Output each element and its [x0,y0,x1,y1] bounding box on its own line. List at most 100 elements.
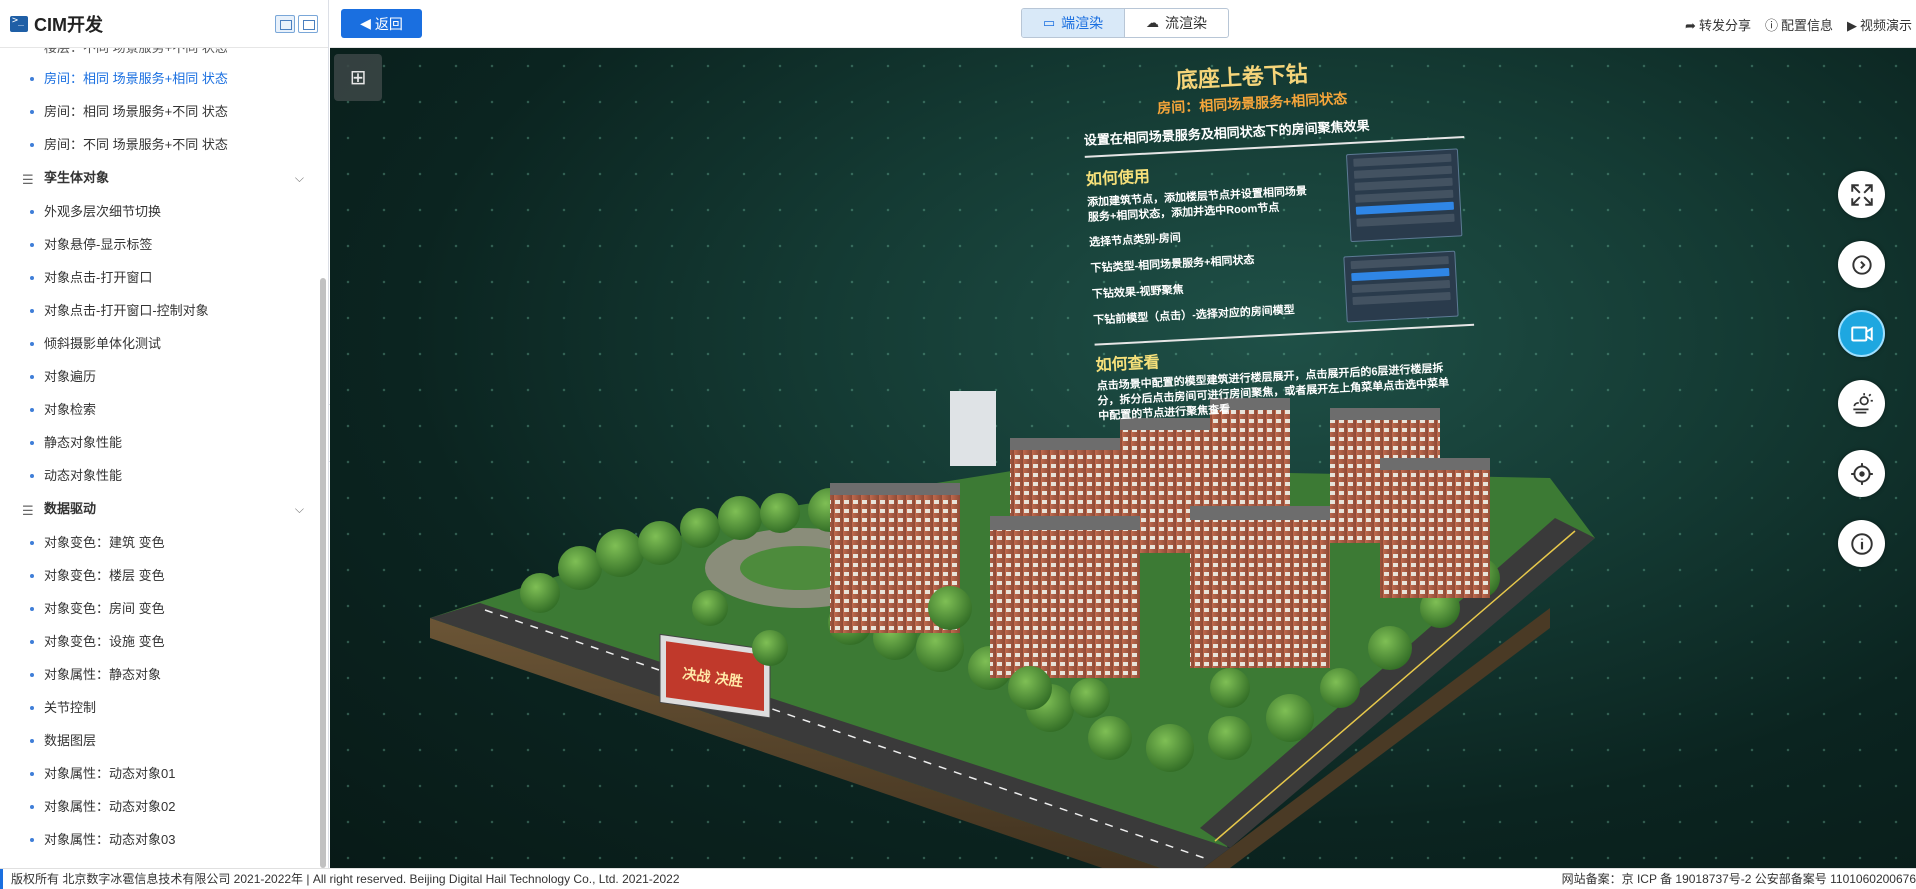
sidebar-item[interactable]: 数据图层 [0,724,318,757]
howto-step-2: 选择节点类别-房间 [1088,232,1182,249]
sidebar-item[interactable]: 对象变色：楼层 变色 [0,559,318,592]
sidebar-item-label: 倾斜摄影单体化测试 [44,336,162,351]
stream-render-label: 流渲染 [1165,15,1207,31]
sidebar-item-label: 外观多层次细节切换 [44,204,162,219]
play-icon: ▶ [1846,18,1857,33]
sidebar-item-label: 数据图层 [44,733,97,748]
sidebar-item[interactable]: 对象属性：静态对象 [0,658,318,691]
sidebar-group-label: 数据驱动 [44,501,97,516]
chevron-down-icon: ⌵ [294,502,304,516]
image-view-icon[interactable] [298,14,318,33]
back-button[interactable]: ◀ 返回 [341,9,422,38]
info-button[interactable] [1838,520,1885,567]
sidebar-item[interactable]: 对象变色：设施 变色 [0,625,318,658]
sidebar-item-label: 对象检索 [44,402,97,417]
3d-viewport[interactable]: 决战 决胜 底座上卷下钻 房间：相同场景服务+相同状态 设置在相同场景服务及相同… [330,48,1916,868]
sidebar-item-label: 关节控制 [44,700,97,715]
stream-render-tab[interactable]: ☁ 流渲染 [1125,9,1228,37]
sidebar-item[interactable]: 动态对象性能 [0,459,318,492]
list-icon [22,163,36,197]
terminal-icon [10,15,28,32]
rotate-button[interactable] [1838,241,1885,288]
sidebar-group-header[interactable]: 孪生体对象 ⌵ [0,161,318,197]
view-toggle [275,14,318,33]
top-right-links: ➦ 转发分享 ⓘ 配置信息 ▶ 视频演示 [1685,15,1912,34]
sidebar-item-label: 对象悬停-显示标签 [44,237,153,252]
top-toolbar: ◀ 返回 ▭ 端渲染 ☁ 流渲染 ➦ 转发分享 ⓘ 配置信息 ▶ 视频演示 [330,0,1916,48]
panel-divider-2 [1094,323,1475,346]
icp-text[interactable]: 网站备案：京 ICP 备 19018737号-2 公安部备案号 11010602… [1562,869,1916,889]
sidebar-item[interactable]: 对象属性：动态对象03 [0,823,318,856]
sidebar-group-header[interactable]: 数据驱动 ⌵ [0,492,318,528]
howto-step-1: 添加建筑节点，添加楼层节点并设置相同场景服务+相同状态，添加并选中Room节点 [1086,185,1308,224]
camera-button[interactable] [1838,310,1885,357]
client-render-tab[interactable]: ▭ 端渲染 [1022,9,1125,37]
sidebar-item-label: 对象属性：静态对象 [44,667,162,682]
fullscreen-icon [1850,183,1873,206]
sidebar-item[interactable]: 对象检索 [0,393,318,426]
share-link[interactable]: ➦ 转发分享 [1685,15,1751,34]
sidebar-item-label: 对象属性：动态对象02 [44,799,176,814]
sidebar-item-label: 对象点击-打开窗口-控制对象 [44,303,209,318]
howto-step-5: 下钻前模型（点击）-选择对应的房间模型 [1093,304,1296,327]
back-arrow-icon: ◀ [360,15,371,31]
weather-button[interactable] [1838,380,1885,427]
locate-button[interactable] [1838,450,1885,497]
back-button-label: 返回 [374,15,403,32]
render-mode-toggle: ▭ 端渲染 ☁ 流渲染 [1021,8,1229,38]
config-info-label: 配置信息 [1780,18,1833,33]
video-demo-link[interactable]: ▶ 视频演示 [1847,15,1912,34]
copyright-text: 版权所有 北京数字冰雹信息技术有限公司 2021-2022年 | All rig… [0,869,680,889]
sidebar-item-label: 对象变色：设施 变色 [44,634,165,649]
info-icon: ⓘ [1764,18,1778,33]
sidebar-item[interactable]: 倾斜摄影单体化测试 [0,327,318,360]
mini-tree-screenshot [1345,148,1463,243]
list-view-icon[interactable] [275,14,295,33]
monitor-icon: ▭ [1042,15,1056,30]
sidebar-scrollbar[interactable] [320,278,326,868]
config-info-link[interactable]: ⓘ 配置信息 [1765,15,1833,34]
sidebar-item[interactable]: 对象悬停-显示标签 [0,228,318,261]
sidebar-item[interactable]: 房间：相同 场景服务+不同 状态 [0,95,318,128]
footer: 版权所有 北京数字冰雹信息技术有限公司 2021-2022年 | All rig… [0,868,1916,889]
cloud-icon: ☁ [1146,15,1159,30]
sidebar-item[interactable]: 房间：不同 场景服务+不同 状态 [0,128,318,161]
sidebar-item[interactable]: 对象属性：动态对象02 [0,790,318,823]
app-title: CIM开发 [34,14,103,35]
sidebar-item[interactable]: 对象属性：动态对象01 [0,757,318,790]
fullscreen-button[interactable] [1838,171,1885,218]
chevron-down-icon: ⌵ [294,171,304,185]
sidebar-item[interactable]: 房间：相同 场景服务+相同 状态 [0,62,318,95]
rotate-icon [1851,254,1872,275]
sidebar-item[interactable]: 对象点击-打开窗口 [0,261,318,294]
share-icon: ➦ [1685,18,1696,33]
sidebar-item-label: 对象遍历 [44,369,97,384]
scene-tree-button[interactable]: ⊞ [334,54,382,101]
list-icon [22,494,36,528]
sidebar-item[interactable]: 楼层：不同 场景服务+不同 状态 [0,48,318,62]
sidebar-item[interactable]: 关节控制 [0,691,318,724]
sidebar-item-label: 房间：不同 场景服务+不同 状态 [44,137,228,152]
sidebar-item[interactable]: 对象变色：建筑 变色 [0,526,318,559]
sidebar-item[interactable]: 对象点击-打开窗口-控制对象 [0,294,318,327]
sidebar-item-label: 动态对象性能 [44,468,123,483]
sidebar-item-label: 静态对象性能 [44,435,123,450]
howto-step-3: 下钻类型-相同场景服务+相同状态 [1090,254,1255,275]
sidebar-item[interactable]: 对象变色：房间 变色 [0,592,318,625]
video-demo-label: 视频演示 [1859,18,1912,33]
sidebar-item-label: 楼层：不同 场景服务+不同 状态 [30,48,228,55]
sidebar-item-label: 对象属性：动态对象03 [44,832,176,847]
sidebar-item[interactable]: 静态对象性能 [0,426,318,459]
sidebar-item-label: 对象变色：楼层 变色 [44,568,165,583]
sidebar-item-label: 对象变色：建筑 变色 [44,535,165,550]
sidebar-item-label: 房间：相同 场景服务+不同 状态 [44,104,228,119]
sidebar-item-label: 对象属性：动态对象01 [44,766,176,781]
locate-icon [1850,462,1873,485]
sidebar-item[interactable]: 外观多层次细节切换 [0,195,318,228]
sidebar-menu: 楼层：不同 场景服务+不同 状态房间：相同 场景服务+相同 状态房间：相同 场景… [0,48,318,868]
mini-form-screenshot [1343,250,1459,323]
instruction-panel: 底座上卷下钻 房间：相同场景服务+相同状态 设置在相同场景服务及相同状态下的房间… [1042,48,1584,477]
howto-step-4: 下钻效果-视野聚焦 [1091,283,1184,301]
video-camera-icon [1850,326,1873,341]
sidebar-item[interactable]: 对象遍历 [0,360,318,393]
